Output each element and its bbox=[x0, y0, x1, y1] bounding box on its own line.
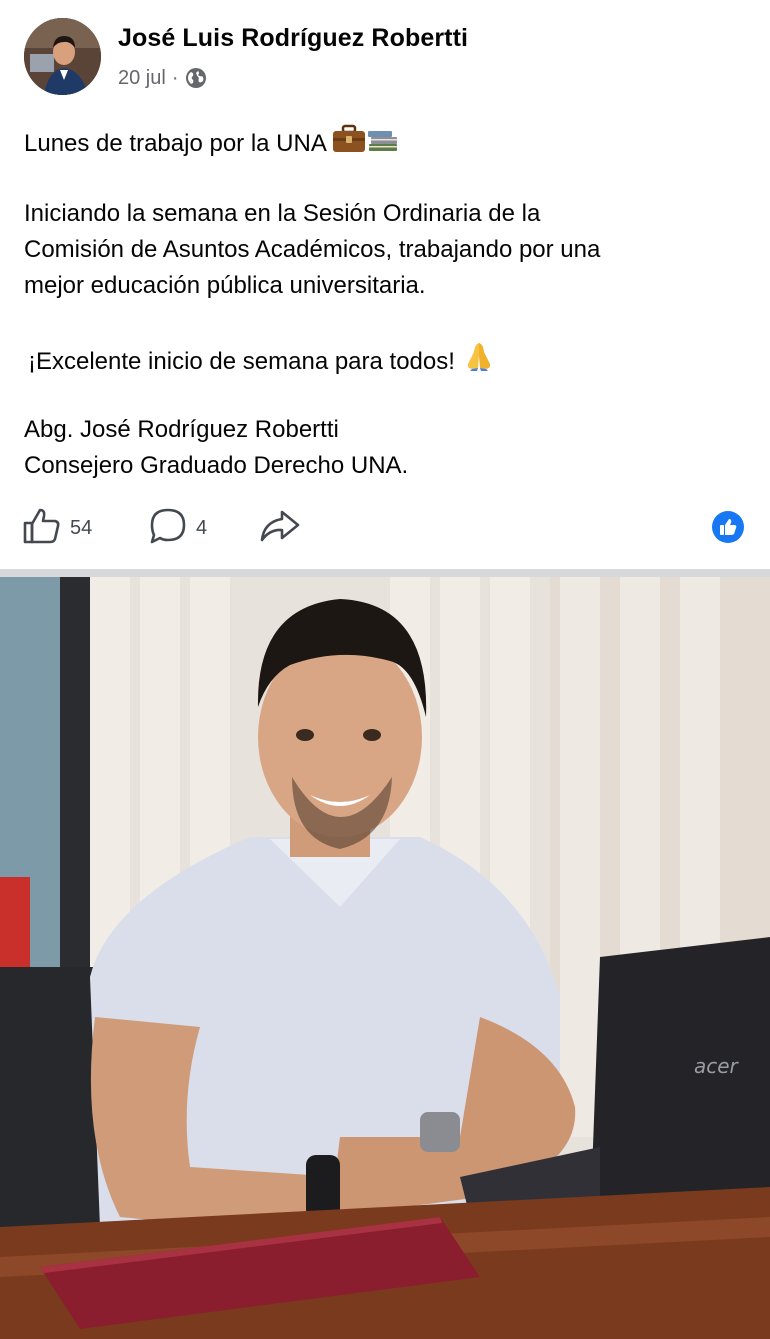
post-date[interactable]: 20 jul bbox=[118, 67, 166, 90]
comment-button[interactable]: 4 bbox=[148, 505, 207, 551]
post-text-line: ¡Excelente inicio de semana para todos! bbox=[24, 340, 744, 376]
share-button[interactable] bbox=[258, 505, 302, 551]
meta-separator: · bbox=[171, 66, 179, 89]
post-text-line: mejor educación pública universitaria. bbox=[24, 272, 426, 299]
post-header: José Luis Rodríguez Robertti 20 jul · bbox=[24, 18, 744, 96]
books-icon bbox=[366, 124, 400, 165]
facebook-post: José Luis Rodríguez Robertti 20 jul · Lu… bbox=[0, 0, 770, 1339]
action-bar: 54 4 bbox=[22, 505, 748, 551]
briefcase-icon bbox=[332, 124, 366, 165]
signature-line: Abg. José Rodríguez Robertti bbox=[24, 416, 339, 443]
post-meta: 20 jul · bbox=[118, 64, 207, 92]
author-avatar[interactable] bbox=[24, 18, 101, 95]
like-button[interactable]: 54 bbox=[22, 505, 92, 551]
like-count: 54 bbox=[70, 516, 93, 539]
author-name[interactable]: José Luis Rodríguez Robertti bbox=[118, 24, 468, 53]
share-icon bbox=[258, 506, 302, 551]
comment-count: 4 bbox=[196, 516, 208, 539]
signature-line: Consejero Graduado Derecho UNA. bbox=[24, 452, 409, 479]
globe-icon bbox=[185, 67, 207, 89]
post-text: Lunes de trabajo por la UNA Iniciando la… bbox=[24, 124, 744, 484]
post-divider bbox=[0, 569, 770, 577]
post-text-line: Iniciando la semana en la Sesión Ordinar… bbox=[24, 200, 541, 227]
comment-icon bbox=[148, 506, 188, 551]
post-text-line: Comisión de Asuntos Académicos, trabajan… bbox=[24, 236, 601, 263]
laptop-brand: acer bbox=[694, 1054, 740, 1078]
post-text-line1: Lunes de trabajo por la UNA bbox=[24, 130, 326, 157]
like-reaction-icon[interactable] bbox=[712, 511, 744, 543]
post-text-line: Lunes de trabajo por la UNA bbox=[24, 124, 744, 160]
folded-hands-icon bbox=[462, 340, 496, 383]
post-photo[interactable]: acer bbox=[0, 577, 770, 1339]
thumbs-up-icon bbox=[22, 506, 62, 551]
post-text-greeting: ¡Excelente inicio de semana para todos! bbox=[28, 348, 455, 375]
